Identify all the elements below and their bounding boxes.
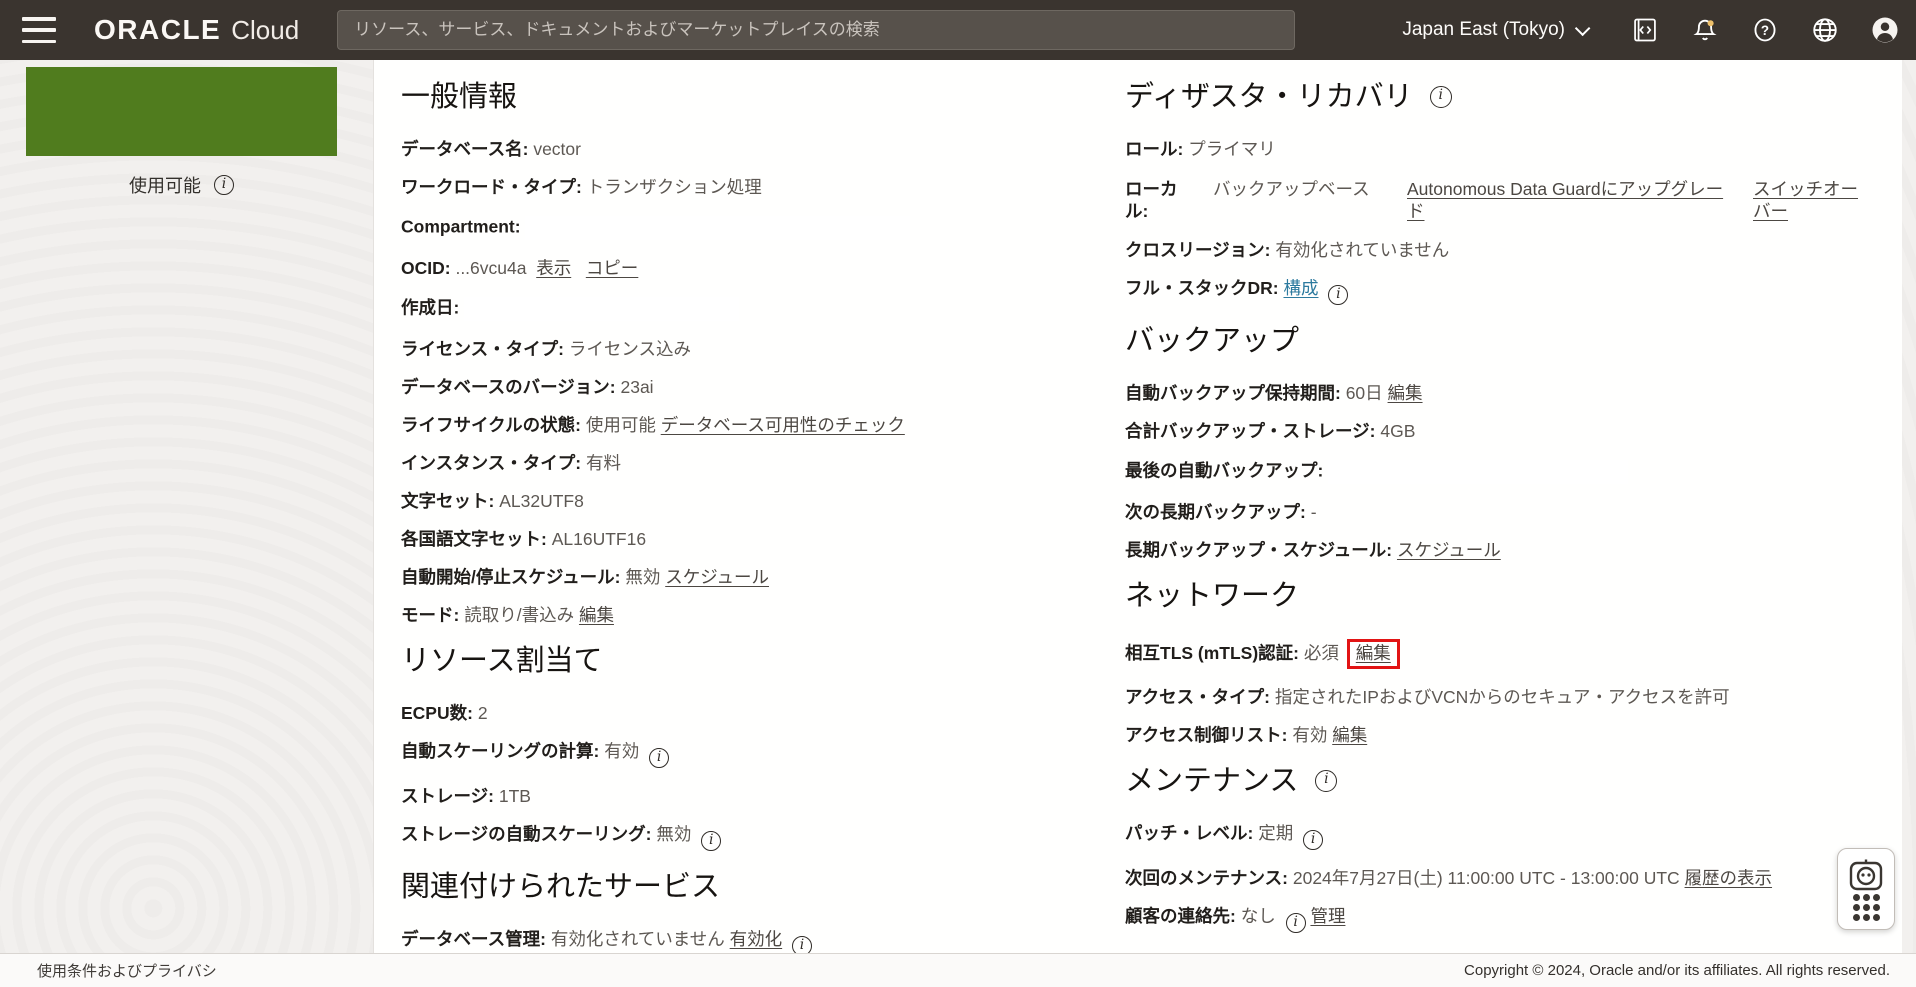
field-db-name: データベース名: vector (401, 140, 1125, 159)
terms-privacy-link[interactable]: 使用条件およびプライバシ (37, 960, 217, 981)
mode-edit-link[interactable]: 編集 (579, 605, 614, 625)
field-mode: モード: 読取り/書込み 編集 (401, 606, 1125, 625)
section-title-resources: リソース割当て (401, 644, 1125, 678)
field-database-management: データベース管理: 有効化されていません 有効化 (401, 930, 1125, 953)
info-icon[interactable] (1430, 86, 1452, 108)
field-ocid: OCID: ...6vcu4a 表示 コピー (401, 259, 1125, 278)
language-globe-icon[interactable] (1810, 15, 1840, 45)
field-last-auto-backup: 最後の自動バックアップ: (1125, 460, 1885, 484)
field-storage: ストレージ: 1TB (401, 787, 1125, 806)
field-full-stack-dr: フル・スタックDR: 構成 (1125, 279, 1885, 305)
field-national-charset: 各国語文字セット: AL16UTF16 (401, 530, 1125, 549)
status-label: 使用可能 (129, 172, 201, 198)
field-autostart-schedule: 自動開始/停止スケジュール: 無効 スケジュール (401, 568, 1125, 587)
resource-summary-pane: 使用可能 (0, 60, 373, 953)
top-header: ORACLE Cloud Japan East (Tokyo) ? (0, 0, 1916, 60)
copyright-text: Copyright © 2024, Oracle and/or its affi… (1464, 962, 1890, 979)
info-icon[interactable] (214, 175, 234, 195)
field-ecpu-count: ECPU数: 2 (401, 704, 1125, 723)
details-left-column: 一般情報 データベース名: vector ワークロード・タイプ: トランザクショ… (401, 80, 1125, 953)
field-license-type: ライセンス・タイプ: ライセンス込み (401, 340, 1125, 359)
info-icon[interactable] (1328, 285, 1348, 305)
info-icon[interactable] (1315, 770, 1337, 792)
details-right-column: ディザスタ・リカバリ ロール: プライマリ ローカル: バックアップベース Au… (1125, 80, 1885, 953)
details-panel: 一般情報 データベース名: vector ワークロード・タイプ: トランザクショ… (373, 60, 1902, 953)
section-title-backup: バックアップ (1125, 324, 1885, 358)
status-line: 使用可能 (26, 172, 337, 198)
chevron-down-icon (1575, 20, 1591, 36)
help-icon[interactable]: ? (1750, 15, 1780, 45)
section-title-associated-services: 関連付けられたサービス (401, 870, 1125, 904)
info-icon[interactable] (792, 936, 812, 953)
info-icon[interactable] (701, 831, 721, 851)
field-instance-type: インスタンス・タイプ: 有料 (401, 454, 1125, 473)
info-icon[interactable] (649, 748, 669, 768)
cloud-wordmark: Cloud (231, 15, 299, 46)
switchover-link[interactable]: スイッチオーバー (1753, 178, 1863, 222)
menu-icon[interactable] (22, 17, 56, 43)
field-next-maintenance: 次回のメンテナンス: 2024年7月27日(土) 11:00:00 UTC - … (1125, 869, 1885, 888)
svg-text:?: ? (1761, 23, 1769, 38)
field-charset: 文字セット: AL32UTF8 (401, 492, 1125, 511)
notifications-bell-icon[interactable] (1690, 15, 1720, 45)
field-next-longterm-backup: 次の長期バックアップ: - (1125, 503, 1885, 522)
ocid-copy-link[interactable]: コピー (586, 258, 639, 278)
mtls-edit-link[interactable]: 編集 (1356, 643, 1391, 663)
robot-assistant-icon (1847, 858, 1885, 892)
field-storage-autoscaling: ストレージの自動スケーリング: 無効 (401, 825, 1125, 851)
cloud-shell-icon[interactable] (1630, 15, 1660, 45)
redacted-value (525, 216, 910, 240)
field-backup-total-storage: 合計バックアップ・ストレージ: 4GB (1125, 422, 1885, 441)
apps-grid-icon (1853, 894, 1880, 921)
page-footer: 使用条件およびプライバシ Copyright © 2024, Oracle an… (0, 953, 1916, 987)
section-title-maintenance: メンテナンス (1125, 764, 1885, 798)
oracle-cloud-logo[interactable]: ORACLE Cloud (94, 14, 299, 46)
ocid-show-link[interactable]: 表示 (536, 258, 571, 278)
redacted-value (1328, 460, 1628, 484)
user-avatar-icon[interactable] (1870, 15, 1900, 45)
field-lifecycle-state: ライフサイクルの状態: 使用可能 データベース可用性のチェック (401, 416, 1125, 435)
info-icon[interactable] (1303, 830, 1323, 850)
full-stack-dr-configure-link[interactable]: 構成 (1283, 278, 1318, 298)
contacts-manage-link[interactable]: 管理 (1310, 906, 1345, 926)
field-dr-local: ローカル: バックアップベース Autonomous Data Guardにアッ… (1125, 178, 1885, 222)
region-selector[interactable]: Japan East (Tokyo) (1402, 19, 1586, 41)
section-title-network: ネットワーク (1125, 579, 1885, 613)
field-access-type: アクセス・タイプ: 指定されたIPおよびVCNからのセキュア・アクセスを許可 (1125, 688, 1885, 707)
field-patch-level: パッチ・レベル: 定期 (1125, 824, 1885, 850)
oracle-wordmark: ORACLE (94, 14, 221, 46)
acl-edit-link[interactable]: 編集 (1332, 725, 1367, 745)
header-actions: Japan East (Tokyo) ? (1402, 15, 1900, 45)
upgrade-data-guard-link[interactable]: Autonomous Data Guardにアップグレード (1407, 178, 1727, 222)
search-input[interactable] (337, 10, 1295, 50)
field-access-control-list: アクセス制御リスト: 有効 編集 (1125, 726, 1885, 745)
redacted-value (464, 297, 739, 321)
field-backup-retention: 自動バックアップ保持期間: 60日 編集 (1125, 384, 1885, 403)
field-mtls-auth: 相互TLS (mTLS)認証: 必須 編集 (1125, 639, 1885, 669)
assistant-widget[interactable] (1837, 848, 1895, 930)
field-customer-contacts: 顧客の連絡先: なし 管理 (1125, 907, 1885, 933)
field-longterm-backup-schedule: 長期バックアップ・スケジュール: スケジュール (1125, 541, 1885, 560)
field-db-version: データベースのバージョン: 23ai (401, 378, 1125, 397)
field-cross-region: クロスリージョン: 有効化されていません (1125, 241, 1885, 260)
maintenance-history-link[interactable]: 履歴の表示 (1685, 868, 1773, 888)
field-created: 作成日: (401, 297, 1125, 321)
highlight-red-box: 編集 (1347, 639, 1400, 669)
field-compute-autoscaling: 自動スケーリングの計算: 有効 (401, 742, 1125, 768)
section-title-disaster-recovery: ディザスタ・リカバリ (1125, 80, 1885, 114)
database-status-badge (26, 67, 337, 156)
db-mgmt-enable-link[interactable]: 有効化 (730, 929, 783, 949)
region-label: Japan East (Tokyo) (1402, 19, 1565, 41)
db-availability-check-link[interactable]: データベース可用性のチェック (661, 415, 905, 435)
section-title-general: 一般情報 (401, 80, 1125, 114)
field-dr-role: ロール: プライマリ (1125, 140, 1885, 159)
backup-retention-edit-link[interactable]: 編集 (1388, 383, 1423, 403)
field-compartment: Compartment: (401, 216, 1125, 240)
autostart-schedule-link[interactable]: スケジュール (665, 567, 769, 587)
page-body: 使用可能 一般情報 データベース名: vector ワークロード・タイプ: トラ… (0, 60, 1916, 953)
longterm-schedule-link[interactable]: スケジュール (1397, 540, 1501, 560)
field-workload-type: ワークロード・タイプ: トランザクション処理 (401, 178, 1125, 197)
info-icon[interactable] (1286, 913, 1306, 933)
